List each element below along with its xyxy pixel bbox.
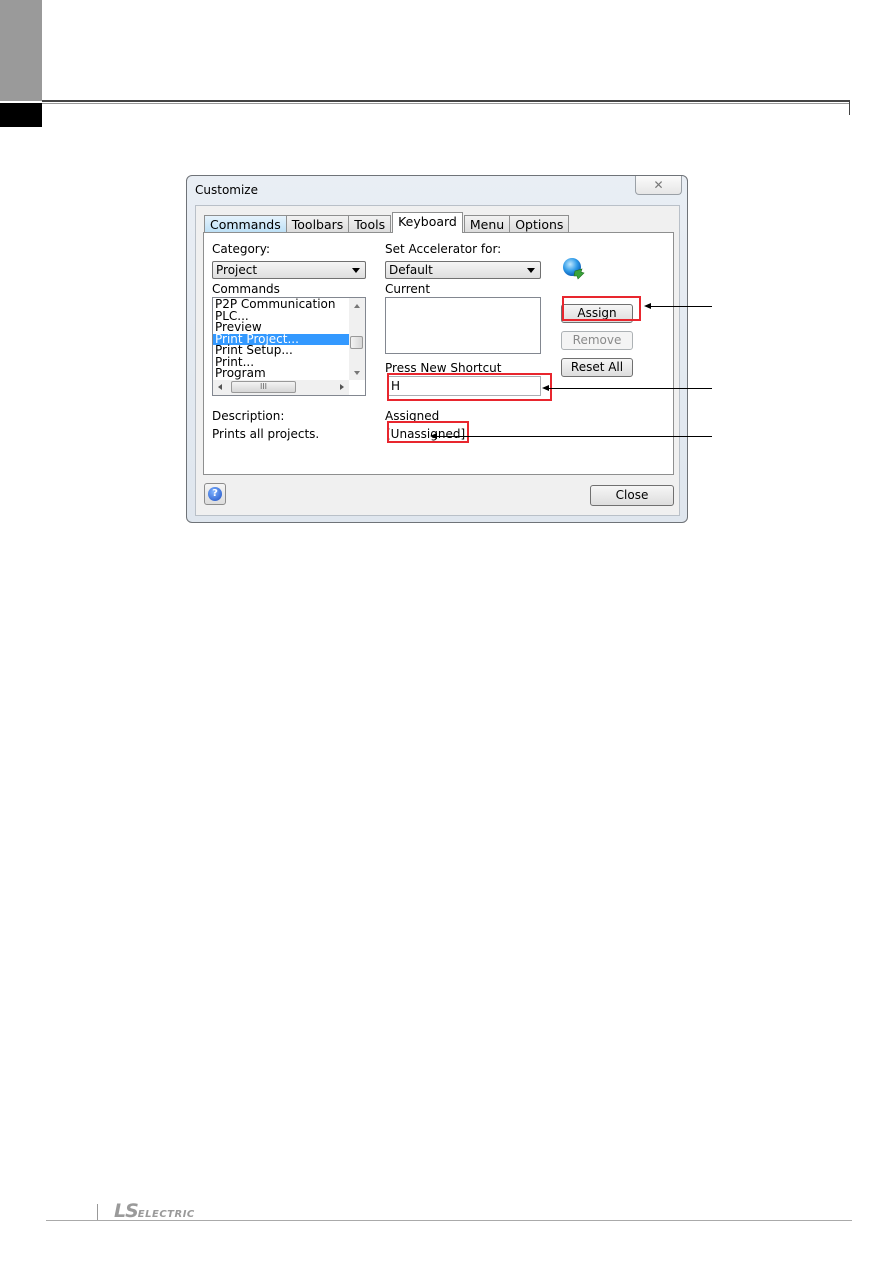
tab-tools[interactable]: Tools <box>348 215 392 232</box>
accelerator-value: Default <box>389 263 433 277</box>
help-button[interactable]: ? <box>204 483 226 505</box>
accelerator-dropdown[interactable]: Default <box>385 261 541 279</box>
scroll-right-icon[interactable] <box>340 384 344 390</box>
scroll-up-icon[interactable] <box>354 304 360 308</box>
category-label: Category: <box>212 242 270 256</box>
chevron-down-icon <box>527 268 535 273</box>
current-shortcuts-listbox[interactable] <box>385 297 541 354</box>
footer-separator <box>97 1204 98 1220</box>
scroll-down-icon[interactable] <box>354 371 360 375</box>
header-rule-thin <box>42 103 850 104</box>
logo-ls: LS <box>114 1200 139 1222</box>
logo-electric: ELECTRIC <box>137 1209 195 1220</box>
customize-dialog: Customize ✕ Commands Toolbars Tools Keyb… <box>186 175 688 523</box>
assigned-value: [Unassigned] <box>386 427 466 441</box>
tab-keyboard[interactable]: Keyboard <box>392 212 463 233</box>
tab-menu[interactable]: Menu <box>463 215 511 232</box>
page-side-tab-grey <box>0 0 42 101</box>
current-label: Current <box>385 282 431 296</box>
commands-label: Commands <box>212 282 280 296</box>
header-rule-tick <box>849 102 850 115</box>
hscroll-thumb[interactable]: III <box>231 381 296 393</box>
description-label: Description: <box>212 409 285 423</box>
header-rule <box>42 100 850 102</box>
tab-strip: Commands Toolbars Tools Keyboard Menu Op… <box>204 212 570 233</box>
arrow-head-icon <box>644 303 651 309</box>
globe-refresh-icon <box>561 256 587 282</box>
close-x-icon: ✕ <box>653 178 664 192</box>
remove-button[interactable]: Remove <box>561 331 633 350</box>
reset-all-button[interactable]: Reset All <box>561 358 633 377</box>
dialog-client-area: Commands Toolbars Tools Keyboard Menu Op… <box>195 205 680 516</box>
commands-listbox[interactable]: P2P Communication PLC... Preview Print P… <box>212 297 366 396</box>
keyboard-tab-panel: Category: Project Commands P2P Communica… <box>203 232 674 475</box>
annotation-arrow-line <box>548 388 712 389</box>
chevron-down-icon <box>352 268 360 273</box>
page-side-tab-black <box>0 103 42 127</box>
ls-electric-logo: LSELECTRIC <box>114 1200 195 1222</box>
category-dropdown[interactable]: Project <box>212 261 366 279</box>
annotation-arrow-line <box>650 306 712 307</box>
description-value: Prints all projects. <box>212 427 320 441</box>
category-value: Project <box>216 263 258 277</box>
scroll-left-icon[interactable] <box>218 384 222 390</box>
assigned-label: Assigned <box>385 409 440 423</box>
tab-options[interactable]: Options <box>509 215 570 232</box>
accelerator-label: Set Accelerator for: <box>385 242 502 256</box>
dialog-close-button[interactable]: ✕ <box>635 176 682 195</box>
assign-button[interactable]: Assign <box>561 304 633 323</box>
scroll-thumb[interactable] <box>350 336 363 349</box>
arrow-head-icon <box>542 385 549 391</box>
close-button[interactable]: Close <box>590 485 674 506</box>
help-question-icon: ? <box>208 487 222 501</box>
new-shortcut-label: Press New Shortcut <box>385 361 502 375</box>
list-item[interactable]: Program <box>213 367 365 380</box>
commands-vertical-scrollbar[interactable] <box>349 298 365 380</box>
new-shortcut-input[interactable]: H <box>387 376 541 396</box>
tab-toolbars[interactable]: Toolbars <box>285 215 350 232</box>
arrow-head-icon <box>430 433 437 439</box>
tab-commands[interactable]: Commands <box>204 215 287 232</box>
annotation-arrow-line <box>436 436 712 437</box>
commands-horizontal-scrollbar[interactable]: III <box>213 380 349 395</box>
dialog-title: Customize <box>195 183 258 197</box>
